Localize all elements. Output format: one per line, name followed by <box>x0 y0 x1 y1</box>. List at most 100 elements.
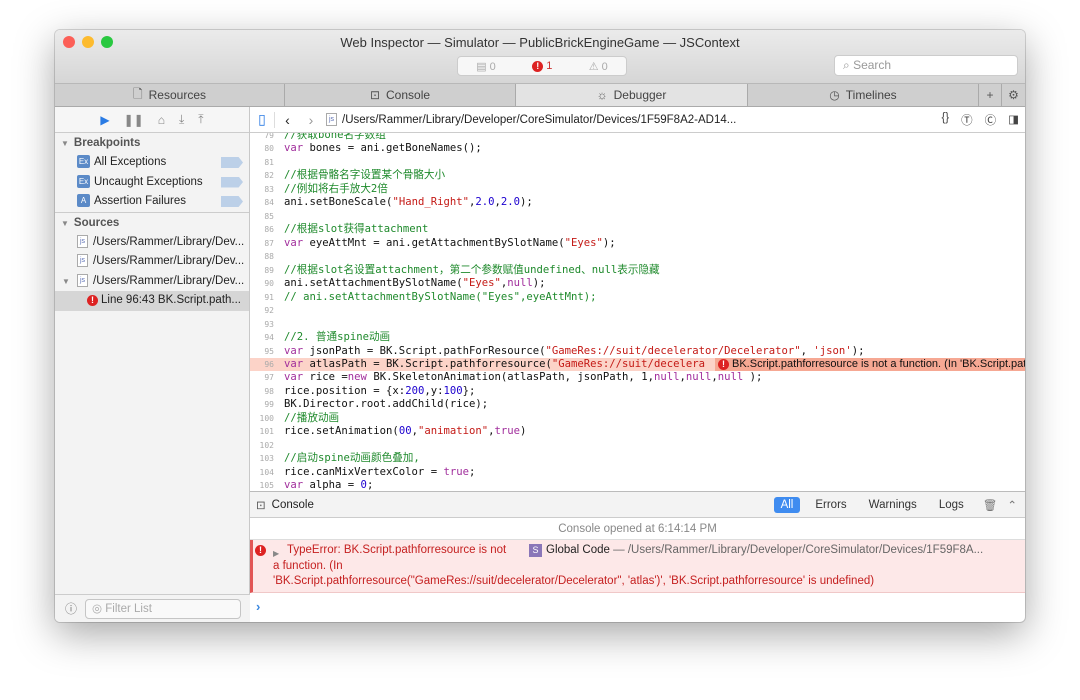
source-file[interactable]: ▼ js/Users/Rammer/Library/Dev... <box>55 272 249 292</box>
code-line[interactable]: 91 // ani.setAttachmentBySlotName("Eyes",… <box>250 291 1025 304</box>
line-number[interactable]: 96 <box>250 358 274 371</box>
inline-error-bubble[interactable]: ! BK.Script.pathforresource is not a func… <box>715 357 1025 372</box>
code-line[interactable]: 105 var alpha = 0; <box>250 479 1025 491</box>
line-number[interactable]: 95 <box>250 345 274 358</box>
info-icon[interactable]: ⓘ <box>65 600 77 617</box>
code-line[interactable]: 102 <box>250 439 1025 452</box>
line-number[interactable]: 80 <box>250 142 274 155</box>
breakpoint-uncaught-exceptions[interactable]: Ex Uncaught Exceptions <box>55 173 249 193</box>
step-over-icon[interactable]: ⌂ <box>158 113 165 127</box>
line-number[interactable]: 98 <box>250 385 274 398</box>
line-number[interactable]: 94 <box>250 331 274 344</box>
code-line[interactable]: 84 ani.setBoneScale("Hand_Right",2.0,2.0)… <box>250 196 1025 209</box>
code-line[interactable]: 80 var bones = ani.getBoneNames(); <box>250 142 1025 155</box>
forward-icon[interactable]: › <box>300 112 322 128</box>
back-icon[interactable]: ‹ <box>274 111 300 128</box>
code-line[interactable]: 92 <box>250 304 1025 317</box>
filter-warnings[interactable]: Warnings <box>862 497 924 513</box>
breakpoint-assertion-failures[interactable]: A Assertion Failures <box>55 192 249 212</box>
line-number[interactable]: 85 <box>250 210 274 223</box>
add-tab-button[interactable]: + <box>979 84 1002 106</box>
settings-button[interactable]: ⚙ <box>1002 84 1025 106</box>
warnings-count[interactable]: ⚠ 0 <box>589 60 608 73</box>
line-number[interactable]: 92 <box>250 304 274 317</box>
line-number[interactable]: 84 <box>250 196 274 209</box>
logs-count[interactable]: ▤ 0 <box>476 60 496 73</box>
code-line[interactable]: 93 <box>250 318 1025 331</box>
line-number[interactable]: 105 <box>250 479 274 491</box>
type-profiler-icon[interactable]: Ⓣ <box>961 112 973 128</box>
code-line[interactable]: 101 rice.setAnimation(00,"animation",true… <box>250 425 1025 438</box>
code-line[interactable]: 99 BK.Director.root.addChild(rice); <box>250 398 1025 411</box>
sources-header[interactable]: ▼ Sources <box>55 213 249 233</box>
line-number[interactable]: 86 <box>250 223 274 236</box>
code-line[interactable]: 85 <box>250 210 1025 223</box>
line-number[interactable]: 93 <box>250 318 274 331</box>
code-line-error[interactable]: 96 var atlasPath = BK.Script.pathforresou… <box>250 357 1025 372</box>
line-number[interactable]: 83 <box>250 183 274 196</box>
status-counters[interactable]: ▤ 0 ! 1 ⚠ 0 <box>457 56 627 76</box>
sidebar-toggle-icon[interactable]: ▯ <box>250 111 274 128</box>
trash-icon[interactable]: 🗑 <box>983 498 998 512</box>
code-line[interactable]: 97 var rice =new BK.SkeletonAnimation(atl… <box>250 371 1025 384</box>
code-line[interactable]: 87 var eyeAttMnt = ani.getAttachmentBySlo… <box>250 237 1025 250</box>
code-line[interactable]: 82 //根据骨骼名字设置某个骨骼大小 <box>250 169 1025 182</box>
line-number[interactable]: 102 <box>250 439 274 452</box>
breakpoint-icon[interactable] <box>221 176 243 188</box>
line-number[interactable]: 103 <box>250 452 274 465</box>
line-number[interactable]: 97 <box>250 371 274 384</box>
filter-input[interactable]: ◎ Filter List <box>85 598 242 619</box>
line-number[interactable]: 88 <box>250 250 274 263</box>
details-sidebar-icon[interactable]: ◨ <box>1008 112 1019 128</box>
line-number[interactable]: 101 <box>250 425 274 438</box>
breakpoint-icon[interactable] <box>221 196 243 207</box>
breakpoint-all-exceptions[interactable]: Ex All Exceptions <box>55 153 249 173</box>
code-line[interactable]: 81 <box>250 156 1025 169</box>
code-line[interactable]: 100 //播放动画 <box>250 412 1025 425</box>
line-number[interactable]: 82 <box>250 169 274 182</box>
line-number[interactable]: 79 <box>250 133 274 142</box>
code-line[interactable]: 98 rice.position = {x:200,y:100}; <box>250 385 1025 398</box>
breakpoints-header[interactable]: ▼ Breakpoints <box>55 133 249 153</box>
tab-resources[interactable]: 🗋 Resources <box>55 84 285 106</box>
code-line[interactable]: 94 //2. 普通spine动画 <box>250 331 1025 344</box>
code-line[interactable]: 86 //根据slot获得attachment <box>250 223 1025 236</box>
code-editor[interactable]: 79 //获取bone名字数组 80 var bones = ani.getBoneN… <box>250 133 1025 491</box>
file-path[interactable]: /Users/Rammer/Library/Developer/CoreSimu… <box>342 114 736 126</box>
line-number[interactable]: 81 <box>250 156 274 169</box>
breakpoints-toggle-icon[interactable]: ▶ <box>100 113 109 127</box>
line-number[interactable]: 99 <box>250 398 274 411</box>
issue-item[interactable]: ! Line 96:43 BK.Script.path... <box>55 291 249 311</box>
errors-count[interactable]: ! 1 <box>532 60 552 72</box>
filter-logs[interactable]: Logs <box>932 497 971 513</box>
search-input[interactable]: ⌕ Search <box>834 55 1018 76</box>
pause-icon[interactable]: ❚❚ <box>124 113 144 127</box>
code-line[interactable]: 83 //例如将右手放大2倍 <box>250 183 1025 196</box>
breakpoint-icon[interactable] <box>221 157 243 168</box>
error-location[interactable]: S Global Code — /Users/Rammer/Library/Dev… <box>529 543 983 559</box>
filter-errors[interactable]: Errors <box>808 497 853 513</box>
console-error-message[interactable]: ! ▶ TypeError: BK.Script.pathforresource… <box>250 540 1025 593</box>
code-coverage-icon[interactable]: Ⓒ <box>985 112 997 128</box>
code-line[interactable]: 88 <box>250 250 1025 263</box>
code-line[interactable]: 89 //根据slot名设置attachment，第二个参数赋值undefined… <box>250 264 1025 277</box>
step-out-icon[interactable]: ⤒ <box>198 112 203 127</box>
code-line[interactable]: 79 //获取bone名字数组 <box>250 133 1025 142</box>
source-file[interactable]: js/Users/Rammer/Library/Dev... <box>55 252 249 272</box>
line-number[interactable]: 104 <box>250 466 274 479</box>
line-number[interactable]: 90 <box>250 277 274 290</box>
source-file[interactable]: js/Users/Rammer/Library/Dev... <box>55 233 249 253</box>
filter-all[interactable]: All <box>773 496 801 513</box>
code-line[interactable]: 95 var jsonPath = BK.Script.pathForResour… <box>250 345 1025 358</box>
tab-console[interactable]: ⊡ Console <box>285 84 516 106</box>
expand-icon[interactable]: ⌃ <box>1007 498 1017 512</box>
line-number[interactable]: 89 <box>250 264 274 277</box>
console-prompt[interactable]: › <box>256 599 260 614</box>
line-number[interactable]: 91 <box>250 291 274 304</box>
code-line[interactable]: 104 rice.canMixVertexColor = true; <box>250 466 1025 479</box>
pretty-print-icon[interactable]: {} <box>941 112 949 128</box>
tab-debugger[interactable]: ☼ Debugger <box>516 84 748 106</box>
disclosure-icon[interactable]: ▶ <box>273 546 279 562</box>
code-line[interactable]: 90 ani.setAttachmentBySlotName("Eyes",nul… <box>250 277 1025 290</box>
line-number[interactable]: 100 <box>250 412 274 425</box>
